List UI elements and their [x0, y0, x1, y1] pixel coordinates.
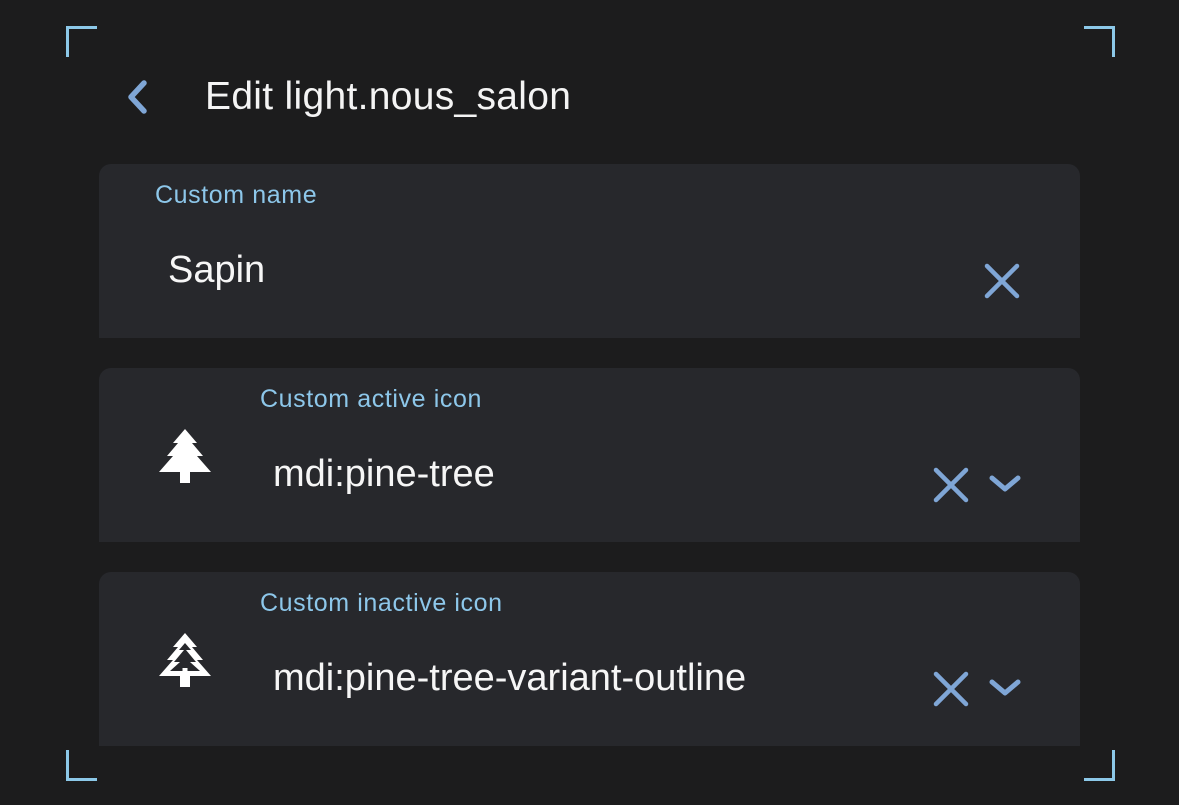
custom-name-label: Custom name	[155, 181, 318, 209]
close-icon	[984, 263, 1020, 299]
chevron-down-icon	[989, 475, 1021, 492]
pine-tree-icon	[153, 426, 217, 490]
custom-name-input[interactable]: Sapin	[168, 249, 265, 292]
inactive-icon-dropdown-button[interactable]	[985, 672, 1025, 704]
dialog: Edit light.nous_salon Custom name Sapin …	[0, 0, 1179, 805]
frame-corner-top-left	[66, 26, 97, 57]
clear-name-button[interactable]	[981, 260, 1023, 302]
chevron-left-icon	[128, 80, 147, 114]
chevron-down-icon	[989, 679, 1021, 696]
active-icon-dropdown-button[interactable]	[985, 468, 1025, 500]
close-icon	[933, 467, 969, 503]
clear-active-icon-button[interactable]	[930, 464, 972, 506]
custom-active-icon-label: Custom active icon	[260, 385, 482, 413]
custom-inactive-icon-field[interactable]: Custom inactive icon mdi:pine-tree-varia…	[99, 572, 1080, 746]
dialog-header: Edit light.nous_salon	[110, 62, 1010, 132]
page-title: Edit light.nous_salon	[205, 75, 572, 118]
frame-corner-bottom-right	[1084, 750, 1115, 781]
clear-inactive-icon-button[interactable]	[930, 668, 972, 710]
custom-inactive-icon-input[interactable]: mdi:pine-tree-variant-outline	[273, 657, 746, 700]
custom-active-icon-field[interactable]: Custom active icon mdi:pine-tree	[99, 368, 1080, 542]
frame-corner-bottom-left	[66, 750, 97, 781]
close-icon	[933, 671, 969, 707]
custom-active-icon-input[interactable]: mdi:pine-tree	[273, 453, 495, 496]
custom-inactive-icon-label: Custom inactive icon	[260, 589, 503, 617]
back-button[interactable]	[110, 69, 166, 125]
pine-tree-variant-outline-icon	[153, 630, 217, 694]
frame-corner-top-right	[1084, 26, 1115, 57]
custom-name-field[interactable]: Custom name Sapin	[99, 164, 1080, 338]
